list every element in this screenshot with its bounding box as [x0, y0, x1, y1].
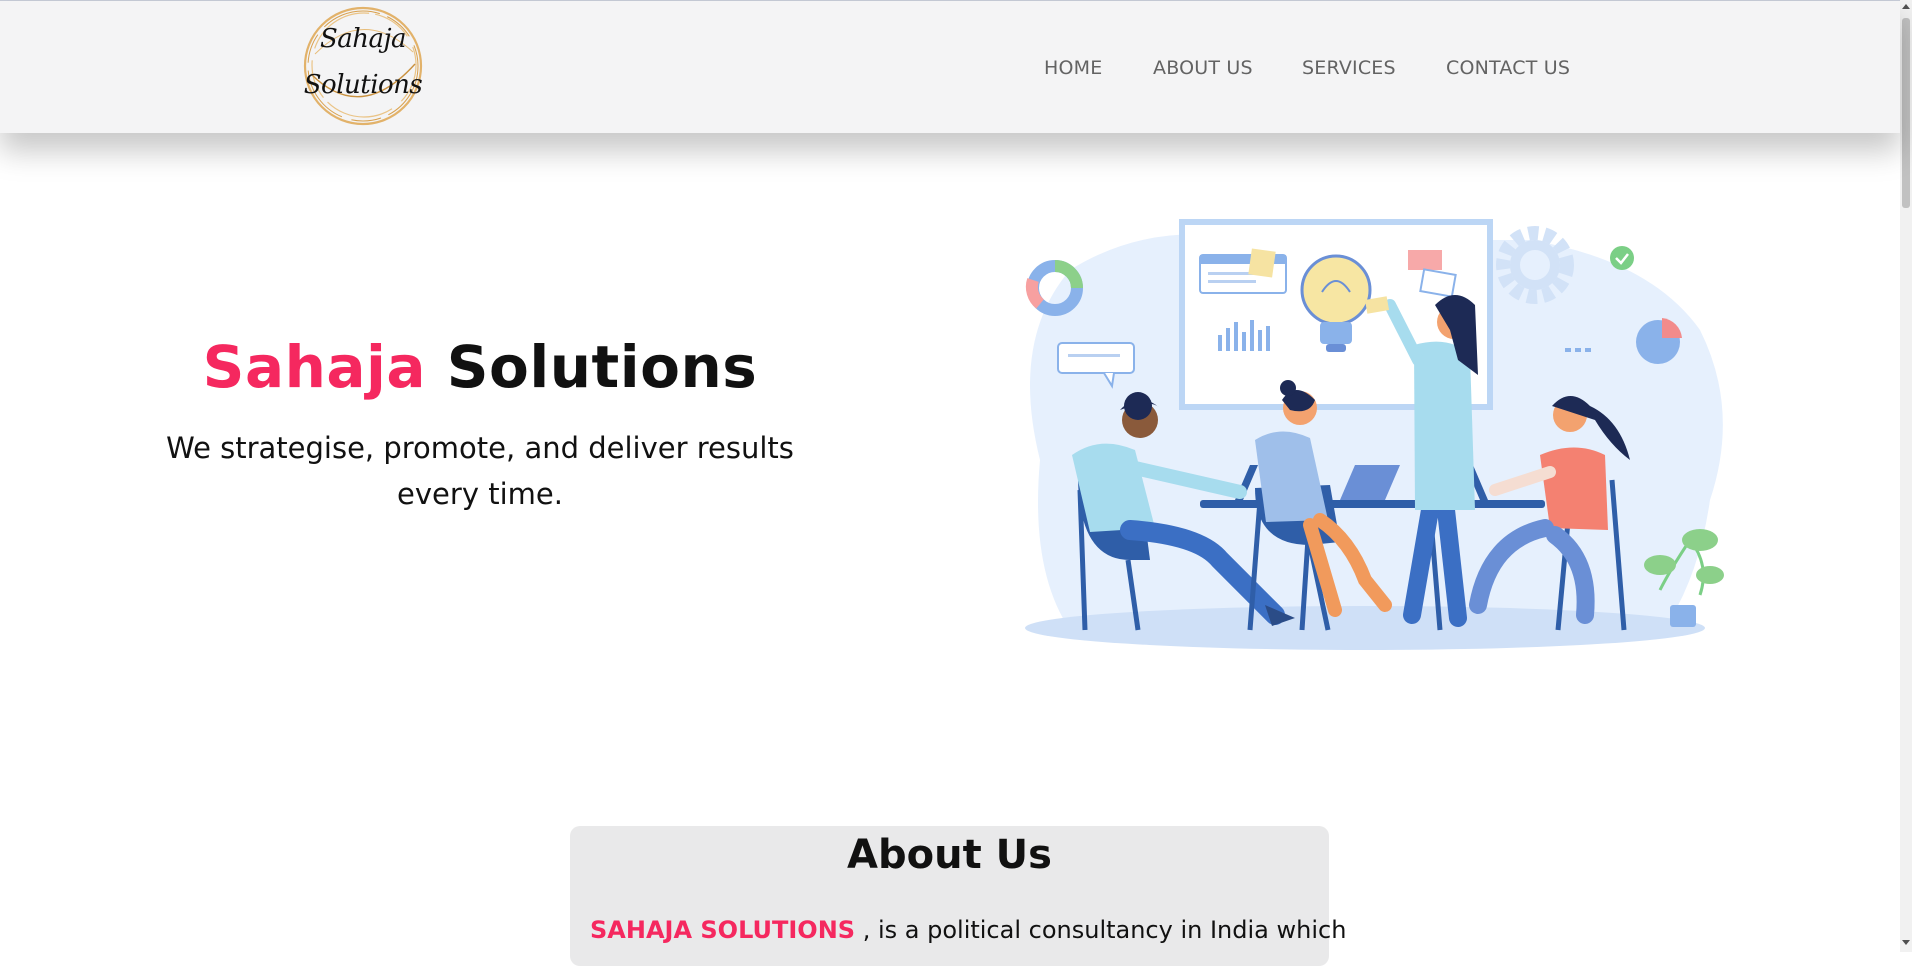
team-meeting-illustration [1025, 219, 1724, 650]
about-us-card: About Us SAHAJA SOLUTIONS , is a politic… [570, 826, 1346, 966]
navbar: Sahaja Solutions HOME ABOUT US SERVICES … [0, 1, 1900, 133]
hero-title: Sahaja Solutions [130, 333, 830, 401]
hero-subtitle-line2: every time. [397, 477, 563, 511]
scroll-thumb[interactable] [1902, 18, 1910, 208]
hero-title-rest: Solutions [446, 333, 758, 401]
main-nav: HOME ABOUT US SERVICES CONTACT US [0, 57, 1900, 87]
about-us-heading: About Us [847, 832, 1052, 878]
about-description: , is a political consultancy in India wh… [855, 916, 1347, 944]
nav-about-us[interactable]: ABOUT US [1153, 57, 1253, 79]
about-company-name: SAHAJA SOLUTIONS [590, 916, 856, 944]
page-scrollbar[interactable] [1900, 0, 1912, 952]
about-us-text: SAHAJA SOLUTIONS , is a political consul… [590, 916, 1346, 944]
nav-home[interactable]: HOME [1044, 57, 1102, 79]
scroll-up-arrow-icon[interactable] [1902, 4, 1910, 9]
hero-title-highlight: Sahaja [202, 333, 427, 401]
logo-text-line1: Sahaja [319, 24, 407, 54]
hero-subtitle: We strategise, promote, and deliver resu… [150, 425, 810, 517]
nav-services[interactable]: SERVICES [1302, 57, 1396, 79]
scroll-down-arrow-icon[interactable] [1902, 940, 1910, 945]
nav-contact-us[interactable]: CONTACT US [1446, 57, 1570, 79]
hero-subtitle-line1: We strategise, promote, and deliver resu… [166, 431, 794, 465]
